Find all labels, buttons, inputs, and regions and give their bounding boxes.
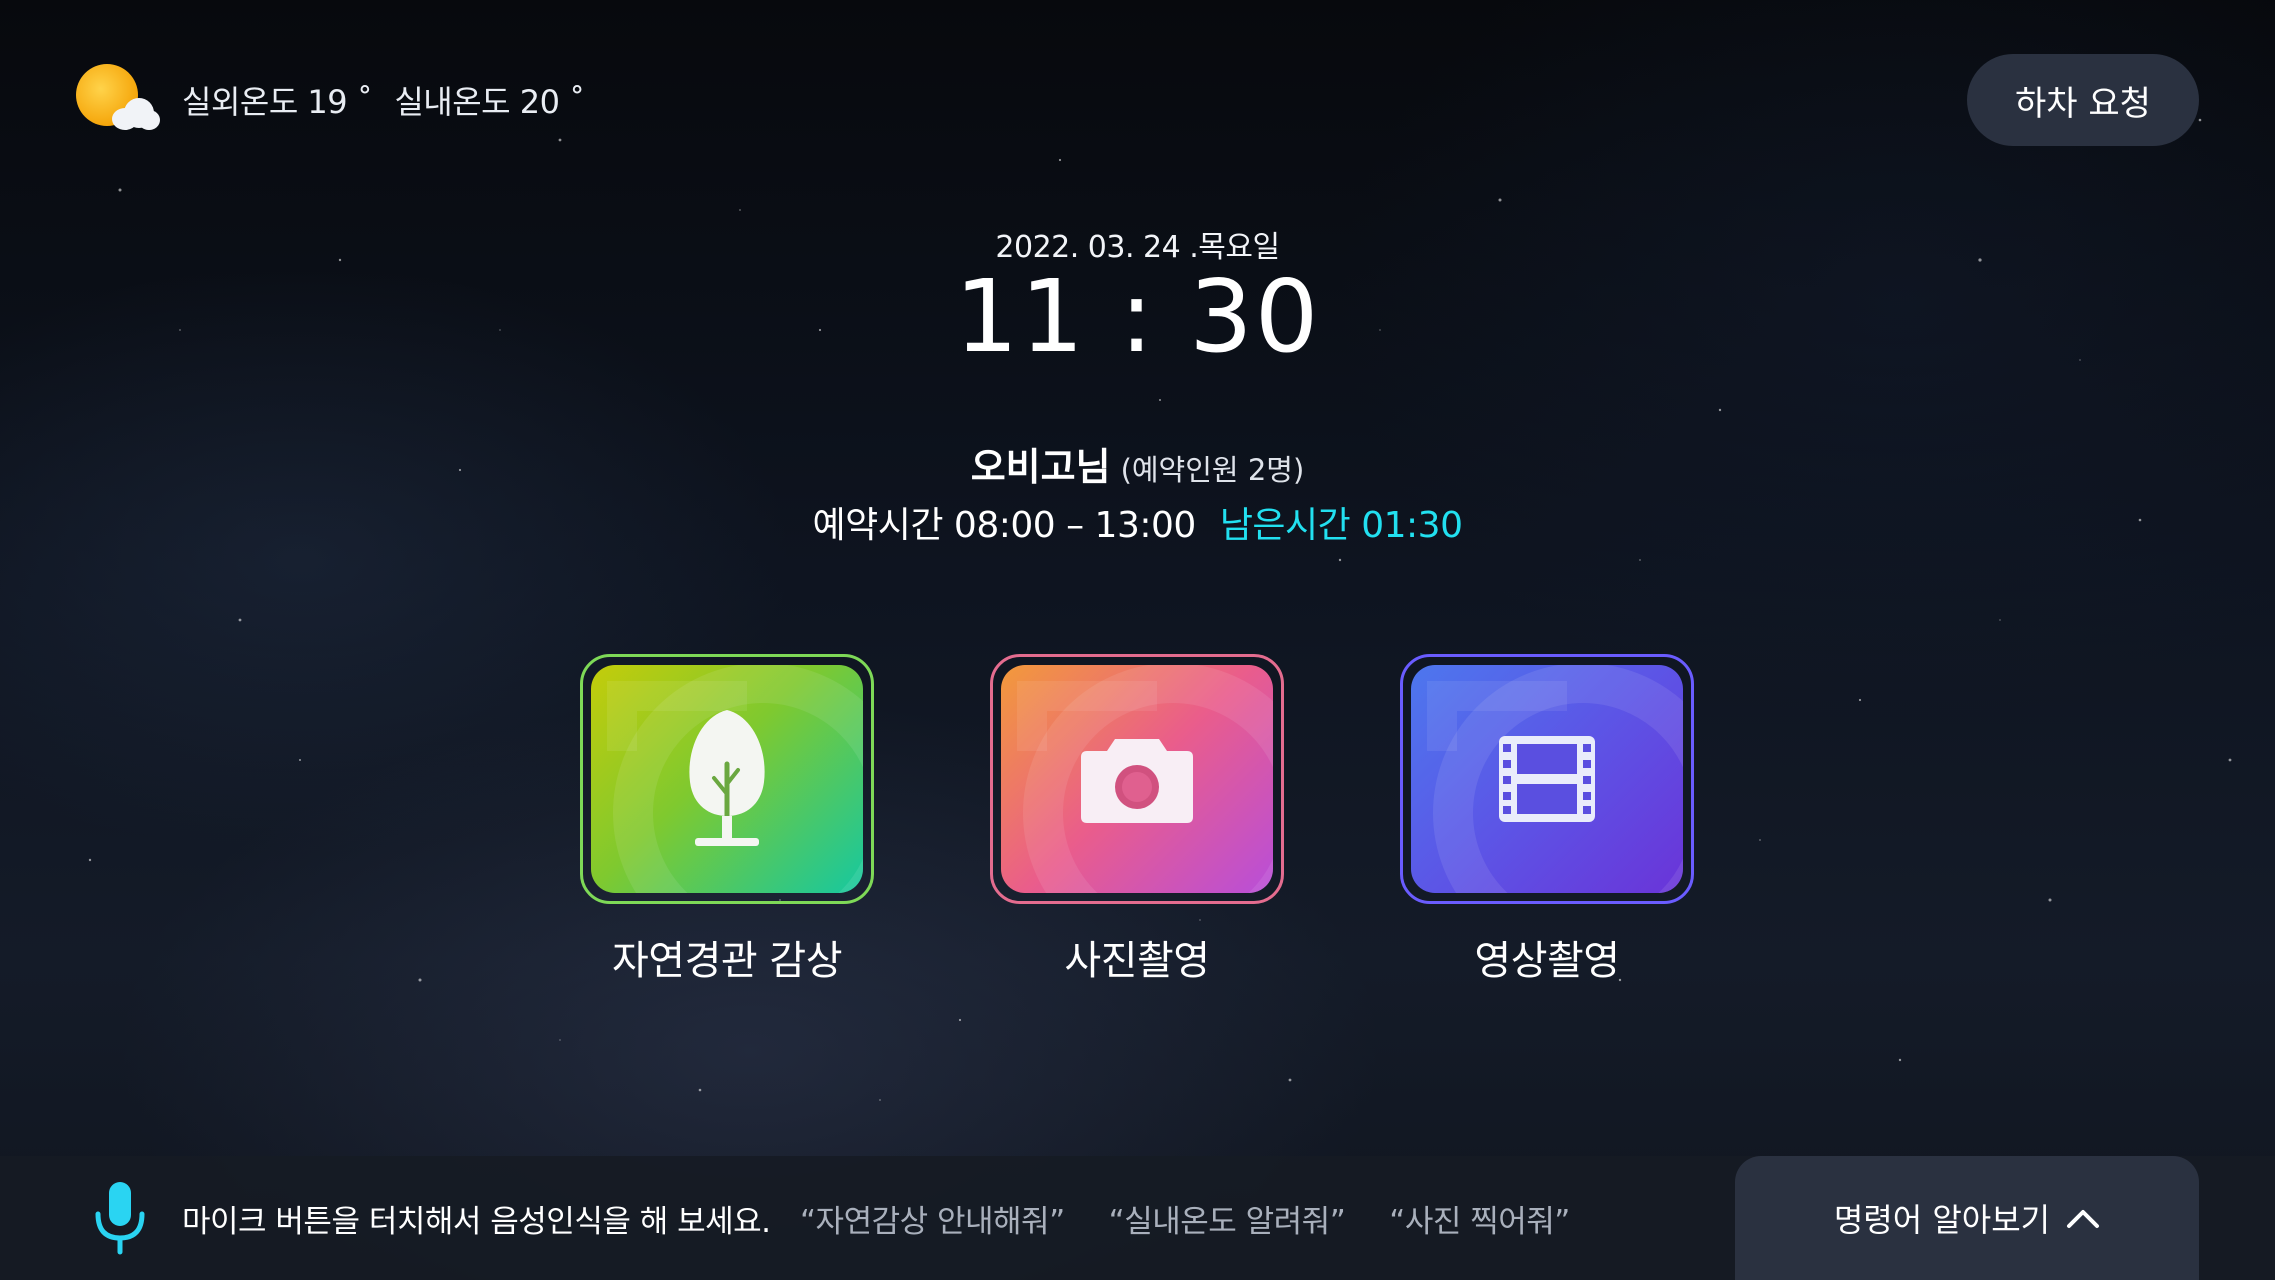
sun-cloud-icon [74,60,164,140]
voice-examples: “자연감상 안내해줘” “실내온도 알려줘” “사진 찍어줘” [800,1196,1570,1241]
nature-view-tile[interactable] [580,654,874,904]
command-guide-label: 명령어 알아보기 [1833,1201,2051,1239]
remaining-time: 남은시간 01:30 [1219,505,1463,546]
drop-off-request-button[interactable]: 하차 요청 [1967,54,2199,146]
voice-example[interactable]: “사진 찍어줘” [1389,1196,1570,1241]
nature-view-label: 자연경관 감상 [611,938,843,984]
customer-info: 오비고님 (예약인원 2명) [0,436,2275,491]
reservation-time-range: 예약시간 08:00 – 13:00 [812,505,1197,546]
indoor-temperature: 실내온도 20 ˚ [394,83,585,121]
chevron-up-icon [2067,1210,2100,1228]
customer-name: 오비고님 [970,445,1111,489]
starfield-background [88,118,2232,1101]
camera-icon [1081,739,1193,823]
mic-icon[interactable] [92,1180,148,1256]
reservation-times: 예약시간 08:00 – 13:00 남은시간 01:30 [0,496,2275,548]
voice-example[interactable]: “실내온도 알려줘” [1109,1196,1346,1241]
tree-icon [689,710,765,846]
photo-capture-tile[interactable] [990,654,1284,904]
command-guide-button[interactable]: 명령어 알아보기 [1735,1156,2199,1280]
voice-hint-text: 마이크 버튼을 터치해서 음성인식을 해 보세요. [182,1204,771,1240]
photo-capture-label: 사진촬영 [1064,938,1210,984]
party-size: (예약인원 2명) [1120,453,1305,487]
video-capture-tile[interactable] [1400,654,1694,904]
film-icon [1499,736,1595,822]
current-time: 11 : 30 [954,258,1321,375]
video-capture-label: 영상촬영 [1474,938,1620,984]
outdoor-temperature: 실외온도 19 ˚ [182,83,373,121]
voice-example[interactable]: “자연감상 안내해줘” [800,1196,1065,1241]
weather-widget: 실외온도 19 ˚ 실내온도 20 ˚ [74,60,585,140]
